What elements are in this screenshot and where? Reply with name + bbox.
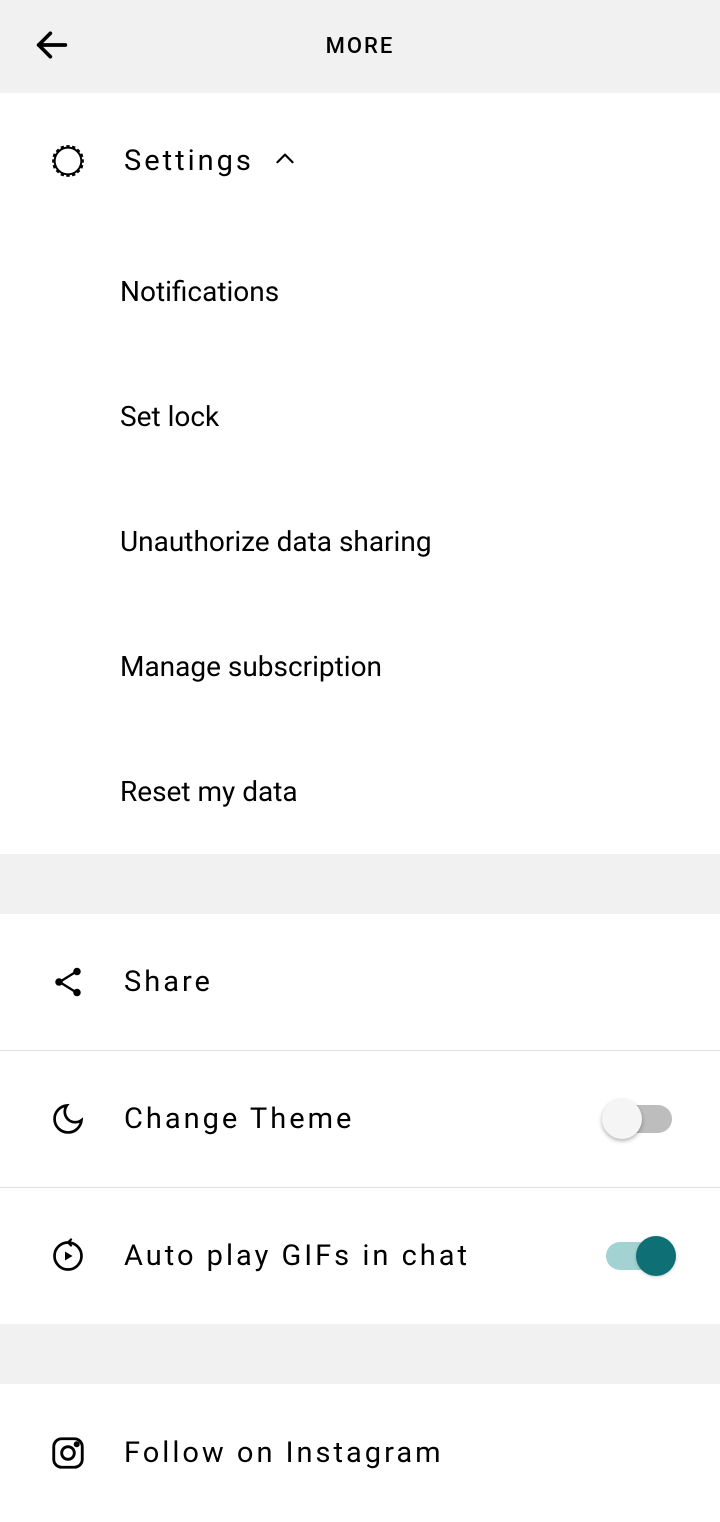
follow-instagram-label: Follow on Instagram (124, 1436, 672, 1470)
autoplay-gifs-label: Auto play GIFs in chat (124, 1239, 606, 1273)
change-theme-label: Change Theme (124, 1102, 606, 1136)
settings-item-set-lock[interactable]: Set lock (0, 354, 720, 479)
menu-item-follow-instagram[interactable]: Follow on Instagram (0, 1384, 720, 1522)
moon-icon (48, 1101, 88, 1137)
autoplay-gifs-toggle[interactable] (606, 1242, 672, 1270)
menu-item-autoplay-gifs[interactable]: Auto play GIFs in chat (0, 1188, 720, 1324)
share-label: Share (124, 965, 672, 999)
gear-icon (48, 141, 88, 181)
settings-item-unauthorize[interactable]: Unauthorize data sharing (0, 479, 720, 604)
section-divider (0, 1324, 720, 1384)
change-theme-toggle[interactable] (606, 1105, 672, 1133)
settings-section-header[interactable]: Settings (0, 93, 720, 229)
back-arrow-icon (32, 25, 72, 65)
chevron-up-icon (272, 146, 298, 176)
page-title: MORE (0, 34, 720, 59)
menu-item-share[interactable]: Share (0, 914, 720, 1050)
share-icon (48, 964, 88, 1000)
header: MORE (0, 0, 720, 93)
settings-item-manage-subscription[interactable]: Manage subscription (0, 604, 720, 729)
settings-label: Settings (124, 144, 254, 178)
replay-icon (48, 1238, 88, 1274)
section-divider (0, 854, 720, 914)
menu-item-change-theme[interactable]: Change Theme (0, 1051, 720, 1187)
settings-item-notifications[interactable]: Notifications (0, 229, 720, 354)
back-button[interactable] (32, 25, 72, 69)
settings-item-reset-data[interactable]: Reset my data (0, 729, 720, 854)
instagram-icon (48, 1434, 88, 1472)
